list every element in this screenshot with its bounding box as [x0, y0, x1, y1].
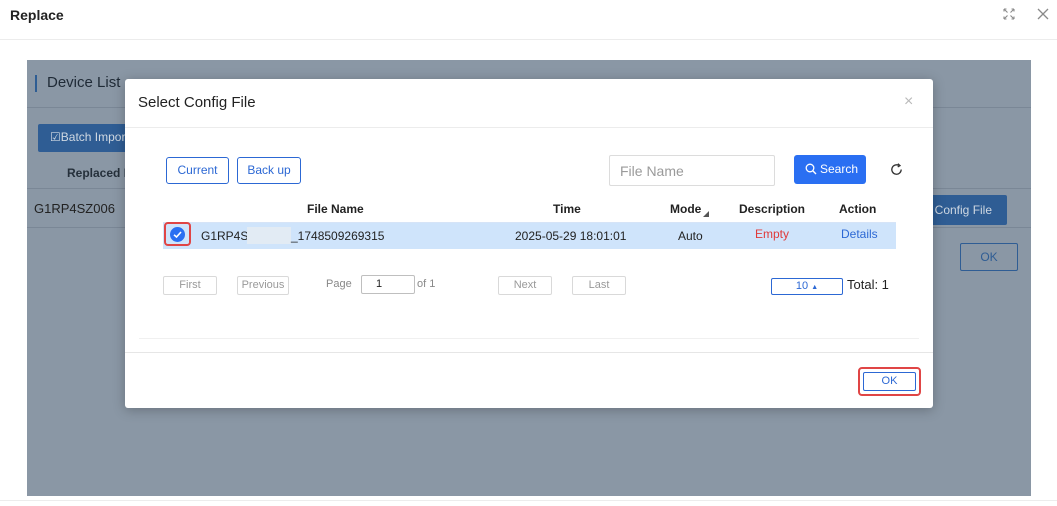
next-page-button[interactable]: Next	[498, 276, 552, 295]
page-size-select[interactable]: 10 ▲	[771, 278, 843, 295]
cell-description: Empty	[755, 227, 790, 241]
column-header-file-name: File Name	[307, 202, 364, 216]
page-number-input[interactable]: 1	[361, 275, 415, 294]
search-icon	[805, 163, 817, 175]
dialog-title: Select Config File	[138, 94, 256, 111]
background-row-value: G1RP4SZ006	[34, 201, 115, 216]
batch-import-label: Batch Impor	[60, 130, 126, 144]
total-count: Total: 1	[847, 277, 889, 292]
table-row[interactable]: G1RP4SZ _1748509269315 2025-05-29 18:01:…	[163, 222, 896, 249]
select-config-file-dialog: Select Config File × Current Back up Sea…	[125, 79, 933, 408]
column-header-time: Time	[553, 202, 581, 216]
divider	[125, 127, 933, 128]
divider	[139, 338, 919, 339]
column-header-action: Action	[839, 202, 877, 216]
sort-icon	[703, 211, 709, 217]
background-ok-button: OK	[960, 243, 1018, 271]
check-icon	[173, 231, 182, 239]
import-icon: ☑	[50, 130, 61, 144]
batch-import-button: ☑Batch Impor	[38, 124, 138, 152]
column-header-description: Description	[739, 202, 806, 216]
search-button-label: Search	[820, 162, 859, 176]
previous-page-button[interactable]: Previous	[237, 276, 289, 295]
selection-highlight	[164, 222, 191, 246]
search-button[interactable]: Search	[794, 155, 866, 184]
replaced-device-column-header: Replaced D	[67, 166, 133, 180]
window-title: Replace	[10, 7, 64, 23]
first-page-button[interactable]: First	[163, 276, 217, 295]
cell-mode: Auto	[678, 229, 703, 243]
details-link[interactable]: Details	[841, 227, 878, 241]
refresh-icon[interactable]	[889, 162, 904, 177]
device-list-title: Device List	[47, 74, 121, 91]
column-header-mode[interactable]: Mode	[670, 202, 709, 217]
page-label: Page	[326, 278, 352, 290]
current-button[interactable]: Current	[166, 157, 229, 184]
caret-up-icon: ▲	[811, 284, 819, 291]
bottom-divider	[0, 500, 1057, 501]
mode-header-label: Mode	[670, 202, 702, 216]
cell-file-name-suffix: _1748509269315	[291, 229, 385, 243]
redacted-region	[247, 227, 291, 244]
table-header: File Name Time Mode Description Action	[163, 195, 896, 223]
page-of-label: of 1	[417, 278, 436, 290]
expand-icon[interactable]	[1001, 6, 1017, 22]
ok-button[interactable]: OK	[863, 372, 916, 391]
cell-time: 2025-05-29 18:01:01	[515, 229, 627, 243]
header-accent-bar	[35, 75, 37, 92]
ok-highlight: OK	[858, 367, 921, 396]
page-size-value: 10	[795, 280, 809, 292]
row-radio-selected[interactable]	[170, 227, 185, 242]
footer-divider	[125, 352, 933, 353]
window-title-bar: Replace	[0, 0, 1057, 40]
dialog-close-icon[interactable]: ×	[904, 93, 913, 111]
last-page-button[interactable]: Last	[572, 276, 626, 295]
backup-button[interactable]: Back up	[237, 157, 301, 184]
close-icon[interactable]	[1035, 6, 1051, 22]
file-name-search-input[interactable]	[609, 155, 775, 186]
